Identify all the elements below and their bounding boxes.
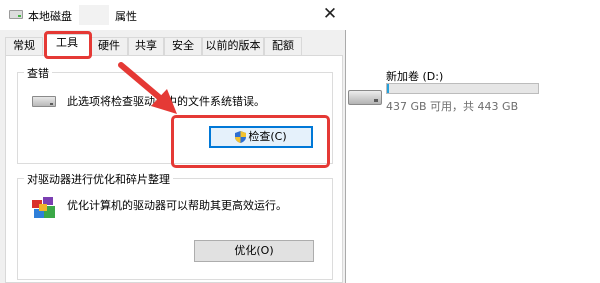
annotation-arrow (118, 62, 177, 114)
